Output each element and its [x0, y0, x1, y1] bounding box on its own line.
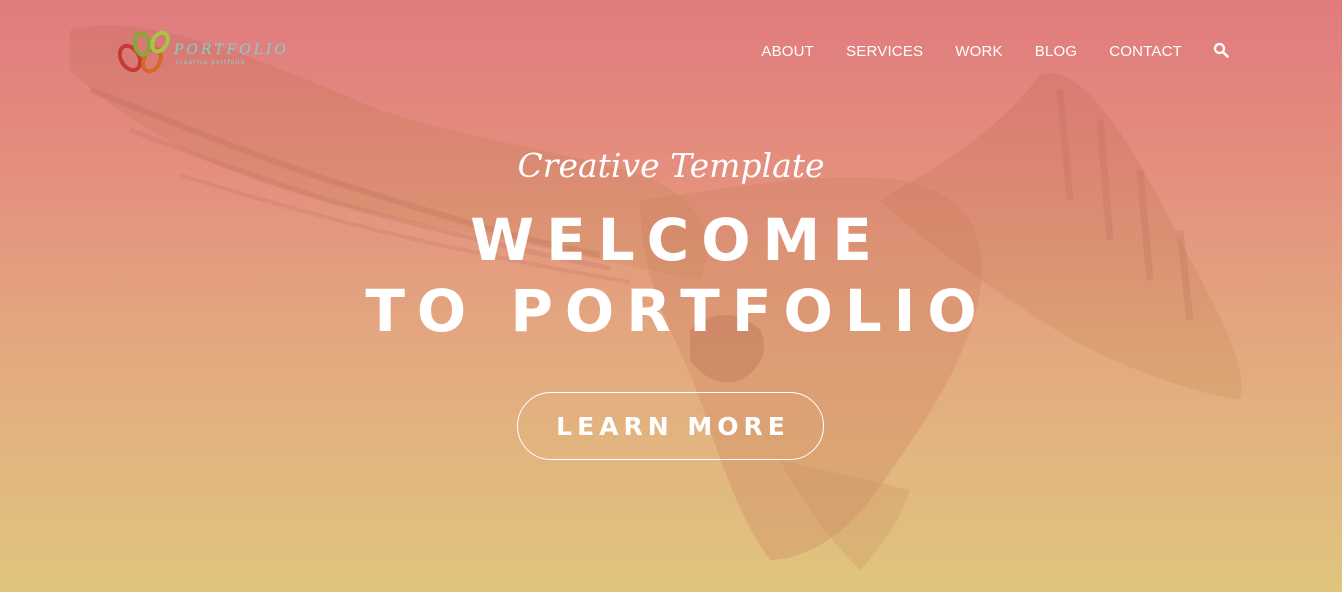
brand-logo[interactable]: PORTFOLIO creative portfolio: [118, 28, 288, 78]
nav-item-work[interactable]: WORK: [955, 43, 1002, 60]
nav-item-about[interactable]: ABOUT: [761, 43, 814, 60]
brand-name: PORTFOLIO: [174, 42, 290, 58]
site-header: PORTFOLIO creative portfolio ABOUT SERVI…: [0, 0, 1342, 100]
brand-subtitle: creative portfolio: [176, 59, 246, 66]
main-nav: ABOUT SERVICES WORK BLOG CONTACT: [729, 40, 1182, 62]
search-icon[interactable]: [1213, 42, 1229, 58]
hero-tagline: Creative Template: [517, 146, 825, 185]
nav-item-services[interactable]: SERVICES: [846, 43, 923, 60]
learn-more-label: LEARN MORE: [556, 411, 790, 441]
nav-item-blog[interactable]: BLOG: [1035, 43, 1077, 60]
hero-headline-line-2: TO PORTFOLIO: [365, 277, 989, 345]
hero-headline-line-1: WELCOME: [470, 206, 884, 274]
learn-more-button[interactable]: LEARN MORE: [517, 392, 824, 460]
flower-logo-icon: [118, 30, 170, 74]
nav-item-contact[interactable]: CONTACT: [1109, 43, 1182, 60]
